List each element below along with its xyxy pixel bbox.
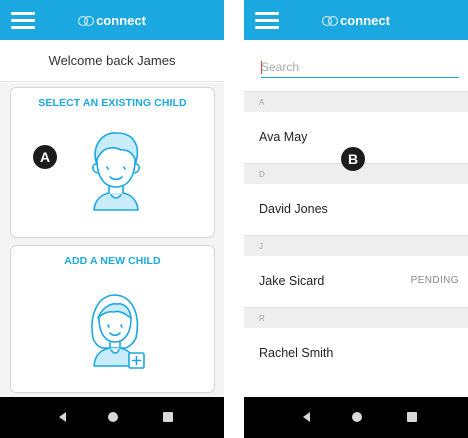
brand-name: connect — [340, 13, 390, 28]
app-header: connect — [244, 0, 468, 40]
welcome-message: Welcome back James — [0, 40, 224, 82]
connect-logo-icon — [78, 15, 95, 26]
brand-logo: connect — [244, 11, 468, 31]
search-input[interactable] — [261, 58, 459, 78]
list-item[interactable]: David Jones — [244, 184, 468, 235]
marker-a: A — [33, 145, 57, 169]
home-icon[interactable] — [352, 412, 362, 422]
screen-select-child: connect Welcome back James SELECT AN EXI… — [0, 0, 224, 438]
app-header: connect — [0, 0, 224, 40]
recent-apps-icon[interactable] — [163, 412, 173, 422]
section-header-r: R — [244, 307, 468, 328]
search-bar — [244, 40, 468, 91]
list-item[interactable]: Jake Sicard PENDING — [244, 256, 468, 307]
home-icon[interactable] — [108, 412, 118, 422]
system-nav-bar — [244, 397, 468, 438]
girl-avatar-add-icon — [91, 294, 145, 369]
back-icon[interactable] — [303, 412, 310, 422]
marker-b: B — [341, 147, 365, 171]
child-name: Jake Sicard — [259, 274, 325, 288]
section-header-j: J — [244, 235, 468, 256]
children-list: A Ava May D David Jones J Jake Sicard PE… — [244, 91, 468, 379]
connect-logo-icon — [322, 15, 339, 26]
text-cursor — [261, 61, 262, 74]
section-header-a: A — [244, 91, 468, 112]
add-new-child-card[interactable]: ADD A NEW CHILD — [10, 245, 215, 393]
child-name: Ava May — [259, 130, 308, 144]
brand-logo: connect — [0, 11, 224, 31]
child-name: David Jones — [259, 202, 328, 216]
screen-child-list: connect A Ava May D David Jones J Jake S… — [244, 0, 468, 438]
recent-apps-icon[interactable] — [407, 412, 417, 422]
pending-status-label: PENDING — [410, 275, 459, 286]
list-item[interactable]: Rachel Smith — [244, 328, 468, 379]
brand-name: connect — [96, 13, 146, 28]
back-icon[interactable] — [59, 412, 66, 422]
plus-badge-icon — [128, 352, 145, 369]
system-nav-bar — [0, 397, 224, 438]
child-name: Rachel Smith — [259, 346, 334, 360]
child-options: SELECT AN EXISTING CHILD ADD A NEW CHILD — [0, 83, 224, 397]
